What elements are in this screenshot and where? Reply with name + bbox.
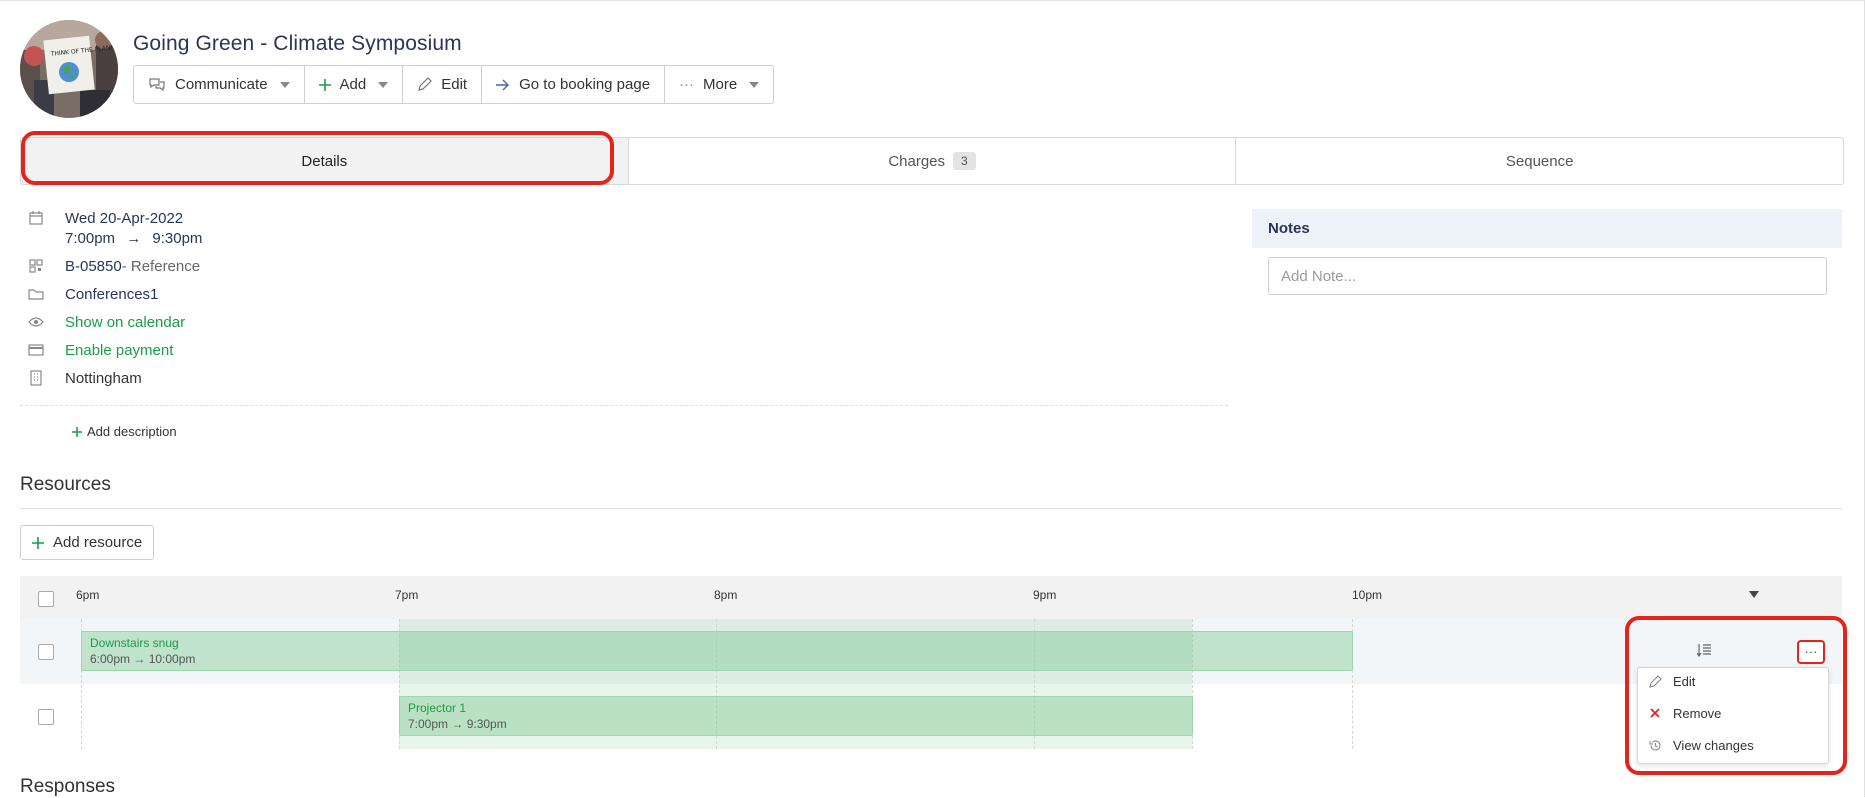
arrow-right-icon bbox=[496, 79, 510, 91]
event-date: Wed 20-Apr-2022 bbox=[65, 210, 184, 227]
chevron-down-icon bbox=[1748, 591, 1760, 598]
communicate-button[interactable]: Communicate bbox=[134, 66, 305, 103]
booking-reference[interactable]: B-05850 bbox=[65, 258, 122, 275]
communicate-label: Communicate bbox=[175, 76, 268, 93]
timeline-tick-label: 8pm bbox=[714, 588, 738, 602]
location-row: Nottingham bbox=[28, 370, 142, 388]
plus-icon bbox=[318, 78, 331, 91]
building-icon bbox=[28, 370, 46, 388]
resource-name: Downstairs snug bbox=[90, 636, 179, 650]
timeline-options-dropdown[interactable] bbox=[1748, 591, 1760, 598]
timeline-tick-label: 6pm bbox=[76, 588, 100, 602]
show-on-calendar-link[interactable]: Show on calendar bbox=[65, 314, 185, 331]
more-label: More bbox=[703, 76, 738, 93]
row-checkbox[interactable] bbox=[38, 644, 54, 660]
row-checkbox[interactable] bbox=[38, 709, 54, 725]
chevron-down-icon bbox=[378, 81, 389, 88]
chat-icon bbox=[148, 77, 166, 93]
resources-divider bbox=[20, 508, 1842, 509]
add-description-button[interactable]: Add description bbox=[72, 424, 177, 439]
chevron-down-icon bbox=[279, 81, 290, 88]
event-avatar: THINK OF THE PLANET bbox=[20, 20, 118, 118]
timeline-tick-label: 10pm bbox=[1352, 588, 1383, 602]
credit-card-icon bbox=[28, 342, 46, 360]
tab-sequence-label: Sequence bbox=[1505, 152, 1574, 170]
details-tab-highlight bbox=[21, 131, 614, 185]
responses-title: Responses bbox=[20, 776, 116, 797]
timeline-tick-label: 7pm bbox=[395, 588, 419, 602]
reference-suffix: - Reference bbox=[121, 258, 201, 275]
date-row: Wed 20-Apr-2022 7:00pm → 9:30pm bbox=[28, 210, 202, 247]
time-end: 9:30pm bbox=[152, 230, 203, 247]
resources-title: Resources bbox=[20, 474, 111, 495]
folder-name[interactable]: Conferences1 bbox=[65, 286, 158, 303]
timeline-header bbox=[20, 576, 1842, 619]
resource-time: 7:00pm → 9:30pm bbox=[408, 717, 507, 731]
details-divider bbox=[20, 405, 1228, 406]
notes-header: Notes bbox=[1252, 209, 1842, 248]
add-label: Add bbox=[339, 76, 367, 93]
edit-label: Edit bbox=[441, 76, 468, 93]
plus-icon bbox=[72, 426, 82, 437]
qr-code-icon bbox=[28, 258, 46, 276]
eye-icon bbox=[28, 314, 46, 332]
add-resource-button[interactable]: Add resource bbox=[20, 525, 155, 560]
timeline-tick-label: 9pm bbox=[1033, 588, 1057, 602]
location-name: Nottingham bbox=[65, 370, 142, 387]
edit-button[interactable]: Edit bbox=[403, 66, 483, 103]
folder-row: Conferences1 bbox=[28, 286, 158, 304]
time-arrow: → bbox=[126, 230, 142, 247]
charges-count-badge: 3 bbox=[953, 152, 976, 170]
add-resource-label: Add resource bbox=[53, 534, 143, 551]
row-actions-highlight bbox=[1625, 616, 1847, 775]
calendar-visibility-row: Show on calendar bbox=[28, 314, 185, 332]
plus-icon bbox=[32, 536, 44, 549]
action-toolbar: Communicate Add Edit Go to booking page … bbox=[133, 65, 775, 104]
more-button[interactable]: ··· More bbox=[665, 66, 773, 103]
event-time: 7:00pm → 9:30pm bbox=[65, 230, 202, 247]
page-title: Going Green - Climate Symposium bbox=[133, 32, 462, 55]
go-to-booking-page-button[interactable]: Go to booking page bbox=[482, 66, 666, 103]
calendar-icon bbox=[28, 210, 46, 228]
tab-charges-label: Charges bbox=[888, 152, 946, 170]
tab-charges[interactable]: Charges 3 bbox=[629, 138, 1237, 184]
folder-icon bbox=[28, 286, 46, 304]
select-all-checkbox[interactable] bbox=[38, 591, 54, 607]
payment-row: Enable payment bbox=[28, 342, 173, 360]
chevron-down-icon bbox=[749, 81, 760, 88]
enable-payment-link[interactable]: Enable payment bbox=[65, 342, 173, 359]
resource-time: 6:00pm → 10:00pm bbox=[90, 652, 196, 666]
resource-booking-bar[interactable]: Downstairs snug 6:00pm → 10:00pm bbox=[81, 631, 1353, 671]
add-note-input[interactable] bbox=[1268, 257, 1827, 295]
pencil-icon bbox=[417, 77, 433, 92]
add-description-label: Add description bbox=[87, 424, 177, 439]
time-start: 7:00pm bbox=[65, 230, 116, 247]
resource-name: Projector 1 bbox=[408, 701, 467, 715]
booking-label: Go to booking page bbox=[519, 76, 651, 93]
add-button[interactable]: Add bbox=[305, 66, 404, 103]
ellipsis-icon: ··· bbox=[679, 76, 695, 93]
reference-row: B-05850 - Reference bbox=[28, 258, 200, 276]
resource-booking-bar[interactable]: Projector 1 7:00pm → 9:30pm bbox=[399, 696, 1193, 736]
tab-sequence[interactable]: Sequence bbox=[1236, 138, 1843, 184]
